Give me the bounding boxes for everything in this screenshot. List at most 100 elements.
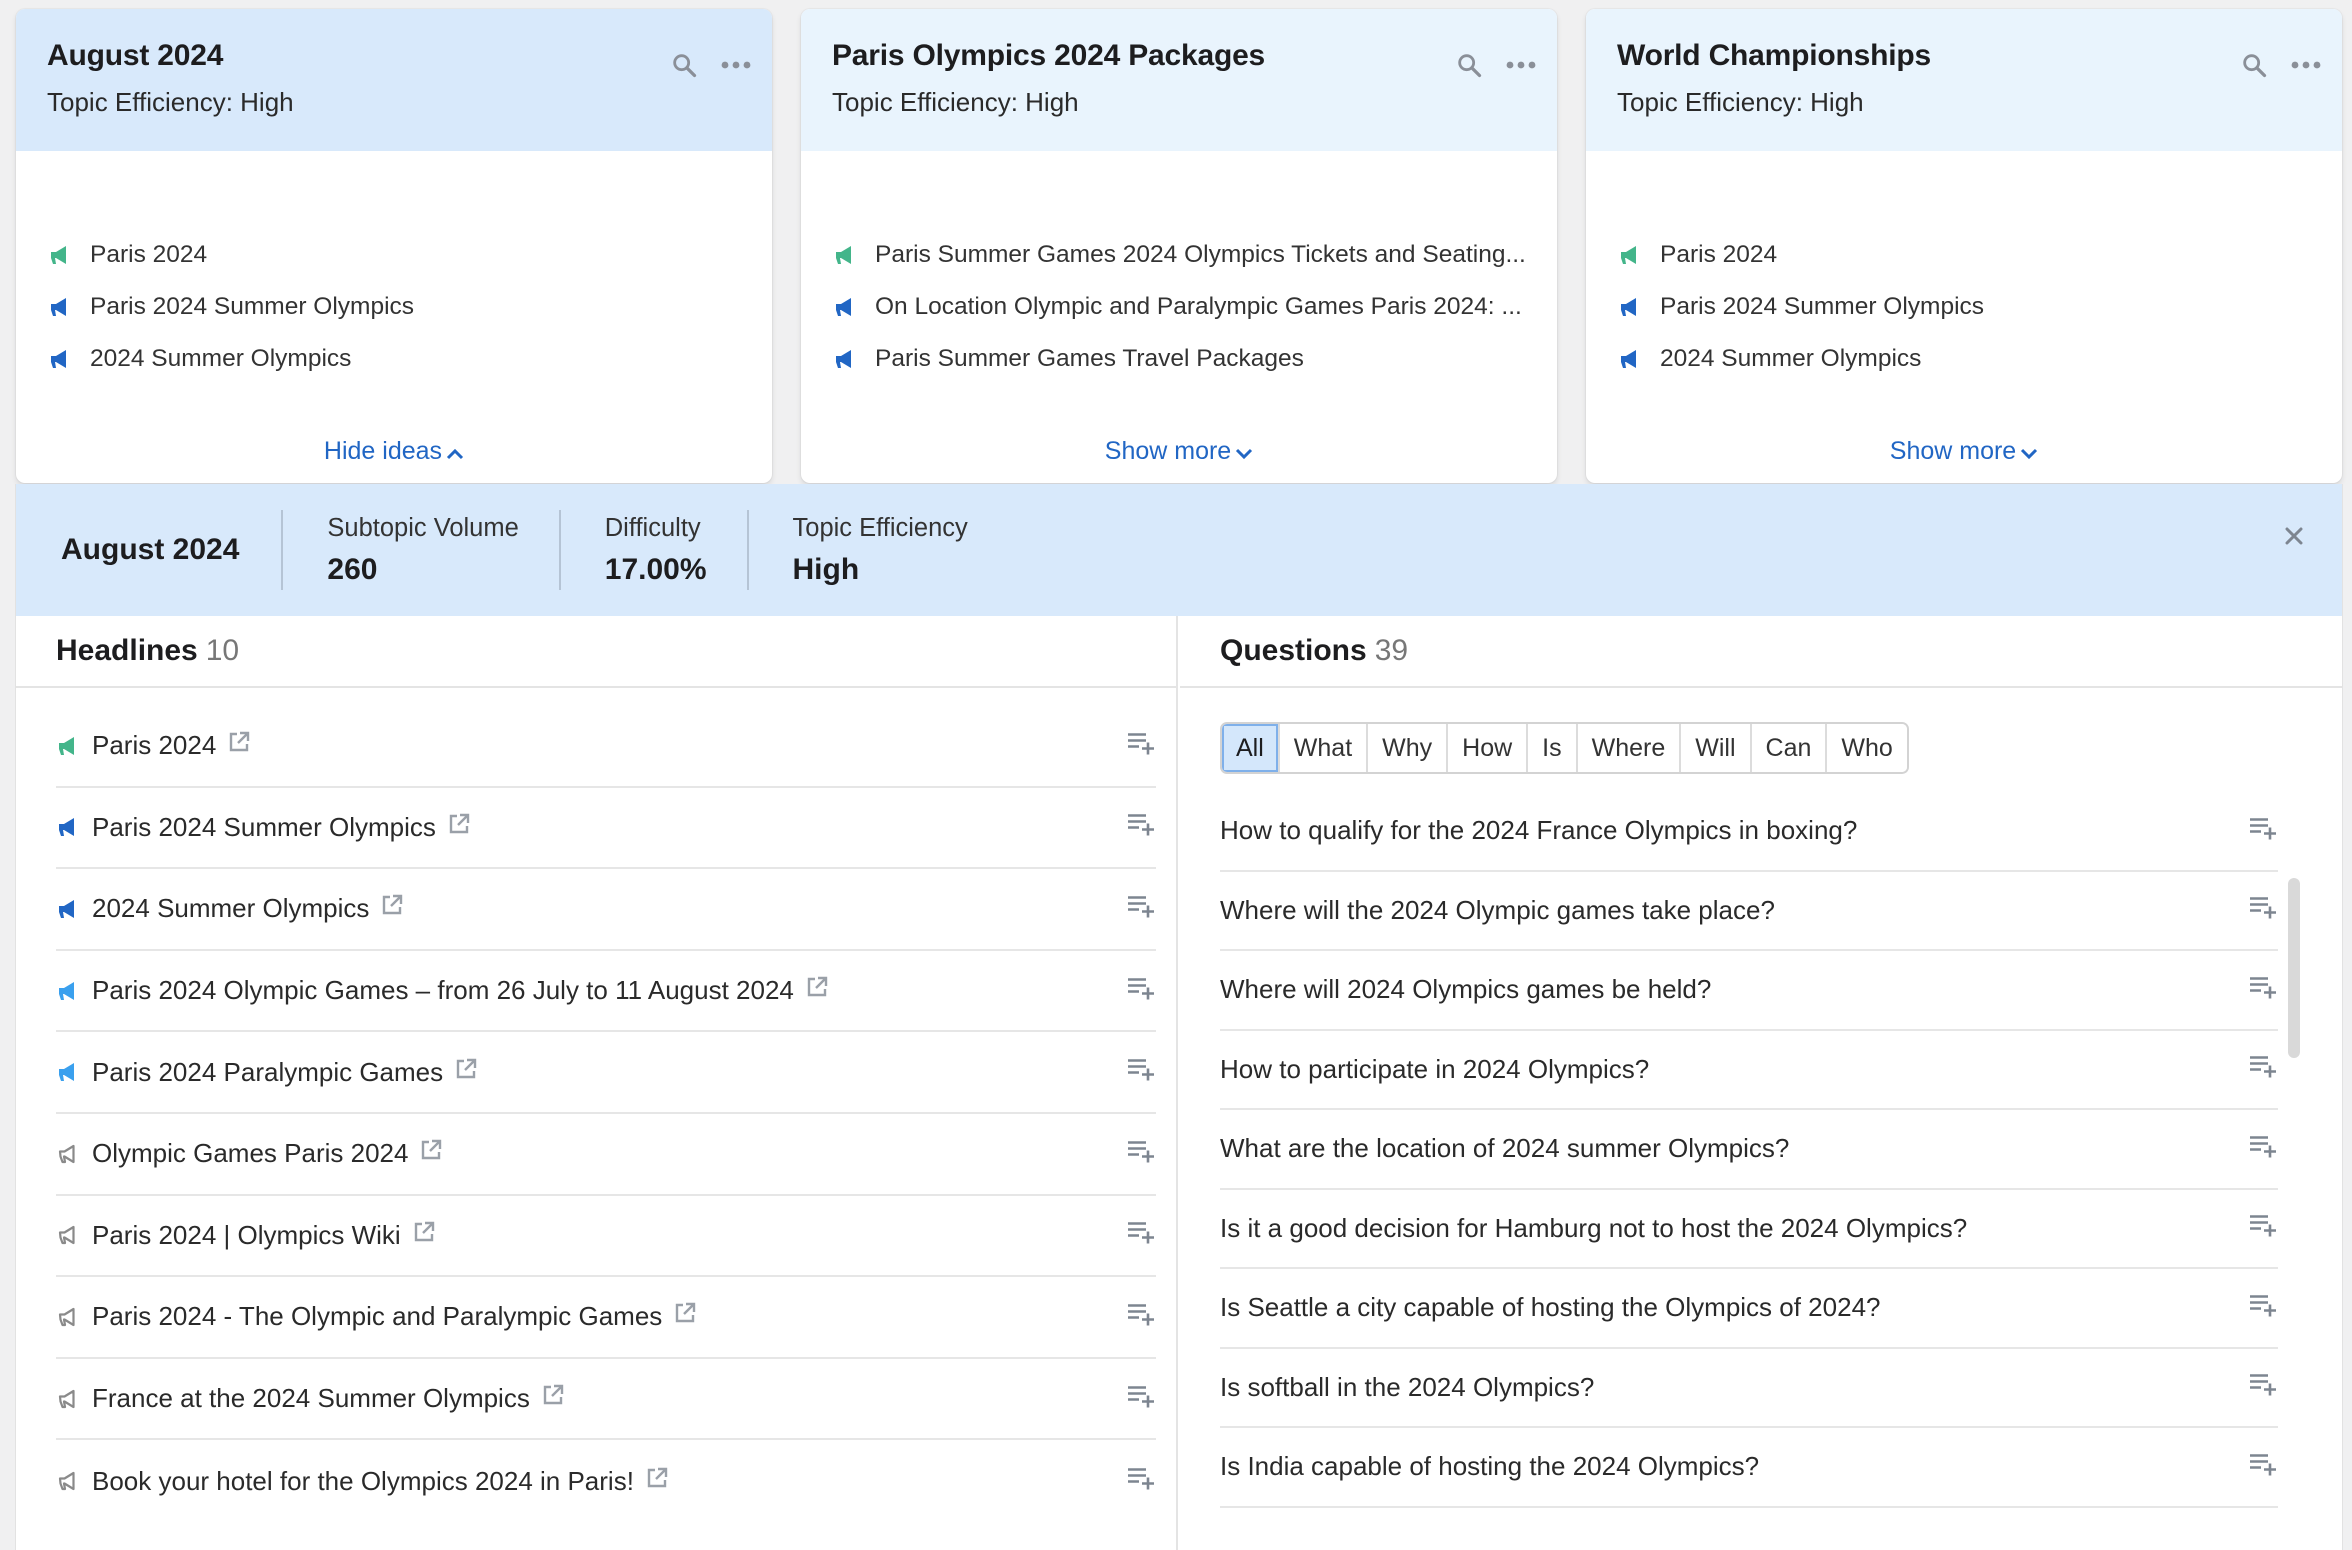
show-more-button[interactable]: Show more <box>801 437 1557 467</box>
megaphone-gray-icon <box>56 1223 82 1247</box>
megaphone-green-icon <box>48 243 74 267</box>
scrollbar[interactable] <box>2288 878 2300 1058</box>
card-ideas-list: Paris 2024 Paris 2024 Summer Olympics 20… <box>1618 229 2314 385</box>
add-to-list-icon[interactable] <box>2248 1213 2278 1244</box>
external-link-icon[interactable] <box>672 1300 698 1333</box>
add-to-list-icon[interactable] <box>2248 1292 2278 1323</box>
headline-text: Paris 2024 <box>92 730 217 761</box>
chevron-up-icon <box>446 438 464 467</box>
headline-row: Paris 2024 Paralympic Games <box>56 1032 1156 1114</box>
detail-title-block: August 2024 <box>61 484 281 616</box>
more-options-icon[interactable] <box>2290 60 2322 70</box>
add-to-list-icon[interactable] <box>1126 1466 1156 1497</box>
filter-is-button[interactable]: Is <box>1526 724 1576 772</box>
filter-why-button[interactable]: Why <box>1366 724 1447 772</box>
headlines-count: 10 <box>205 634 240 667</box>
external-link-icon[interactable] <box>804 974 830 1007</box>
question-row: Where will 2024 Olympics games be held? <box>1220 951 2278 1031</box>
topic-card-paris-olympics-packages[interactable]: Paris Olympics 2024 Packages Topic Effic… <box>801 9 1557 483</box>
headline-row: Paris 2024 | Olympics Wiki <box>56 1196 1156 1278</box>
add-to-list-icon[interactable] <box>1126 893 1156 924</box>
add-to-list-icon[interactable] <box>2248 1451 2278 1482</box>
questions-list: How to qualify for the 2024 France Olymp… <box>1220 792 2278 1508</box>
topic-card-world-championships[interactable]: World Championships Topic Efficiency: Hi… <box>1586 9 2342 483</box>
idea-text: On Location Olympic and Paralympic Games… <box>875 293 1522 320</box>
filter-who-button[interactable]: Who <box>1825 724 1907 772</box>
search-icon[interactable] <box>1455 51 1483 79</box>
metric-label: Subtopic Volume <box>327 513 519 542</box>
add-to-list-icon[interactable] <box>1126 1383 1156 1414</box>
external-link-icon[interactable] <box>226 729 252 762</box>
chevron-down-icon <box>2020 438 2038 467</box>
idea-item: Paris Summer Games 2024 Olympics Tickets… <box>833 229 1529 281</box>
card-actions <box>1455 51 1537 79</box>
filter-will-button[interactable]: Will <box>1679 724 1750 772</box>
more-options-icon[interactable] <box>1505 60 1537 70</box>
question-text: Where will 2024 Olympics games be held? <box>1220 974 1712 1005</box>
question-row: Is India capable of hosting the 2024 Oly… <box>1220 1428 2278 1508</box>
add-to-list-icon[interactable] <box>2248 815 2278 846</box>
add-to-list-icon[interactable] <box>2248 1372 2278 1403</box>
add-to-list-icon[interactable] <box>2248 1054 2278 1085</box>
show-more-button[interactable]: Show more <box>1586 437 2342 467</box>
filter-can-button[interactable]: Can <box>1749 724 1826 772</box>
add-to-list-icon[interactable] <box>1126 812 1156 843</box>
add-to-list-icon[interactable] <box>2248 974 2278 1005</box>
external-link-icon[interactable] <box>540 1382 566 1415</box>
metric-subtopic-volume: Subtopic Volume 260 <box>327 484 558 616</box>
search-icon[interactable] <box>2240 51 2268 79</box>
external-link-icon[interactable] <box>379 892 405 925</box>
external-link-icon[interactable] <box>446 811 472 844</box>
question-filter-group: All What Why How Is Where Will Can Who <box>1220 722 1909 774</box>
question-row: Where will the 2024 Olympic games take p… <box>1220 872 2278 951</box>
idea-text: 2024 Summer Olympics <box>1660 345 1922 372</box>
headline-row: Book your hotel for the Olympics 2024 in… <box>56 1440 1156 1522</box>
add-to-list-icon[interactable] <box>2248 895 2278 926</box>
headlines-label: Headlines <box>56 634 198 667</box>
megaphone-blue-icon <box>48 347 74 371</box>
card-header: Paris Olympics 2024 Packages Topic Effic… <box>801 9 1557 151</box>
more-options-icon[interactable] <box>720 60 752 70</box>
hide-ideas-button[interactable]: Hide ideas <box>16 437 772 467</box>
search-icon[interactable] <box>670 51 698 79</box>
external-link-icon[interactable] <box>453 1056 479 1089</box>
add-to-list-icon[interactable] <box>1126 1220 1156 1251</box>
card-ideas-list: Paris Summer Games 2024 Olympics Tickets… <box>833 229 1529 385</box>
topic-card-august-2024[interactable]: August 2024 Topic Efficiency: High Paris… <box>16 9 772 483</box>
megaphone-green-icon <box>56 734 82 758</box>
external-link-icon[interactable] <box>411 1219 437 1252</box>
external-link-icon[interactable] <box>644 1465 670 1498</box>
question-text: Is softball in the 2024 Olympics? <box>1220 1371 1595 1402</box>
idea-text: Paris Summer Games Travel Packages <box>875 345 1304 372</box>
megaphone-gray-icon <box>56 1469 82 1493</box>
close-icon[interactable] <box>2280 522 2308 550</box>
idea-text: Paris 2024 Summer Olympics <box>90 293 415 320</box>
headline-text: Olympic Games Paris 2024 <box>92 1138 409 1169</box>
metric-label: Topic Efficiency <box>792 513 968 542</box>
add-to-list-icon[interactable] <box>1126 975 1156 1006</box>
headline-text: Book your hotel for the Olympics 2024 in… <box>92 1465 634 1496</box>
megaphone-blue-icon <box>833 295 859 319</box>
add-to-list-icon[interactable] <box>2248 1133 2278 1164</box>
add-to-list-icon[interactable] <box>1126 1301 1156 1332</box>
megaphone-green-icon <box>833 243 859 267</box>
external-link-icon[interactable] <box>418 1137 444 1170</box>
filter-where-button[interactable]: Where <box>1575 724 1680 772</box>
card-footer-label: Show more <box>1104 437 1232 466</box>
headline-text: Paris 2024 Olympic Games – from 26 July … <box>92 975 794 1006</box>
detail-header: August 2024 Subtopic Volume 260 Difficul… <box>16 484 2342 616</box>
filter-how-button[interactable]: How <box>1446 724 1527 772</box>
add-to-list-icon[interactable] <box>1126 1138 1156 1169</box>
headline-row: Paris 2024 Summer Olympics <box>56 788 1156 870</box>
card-footer-label: Hide ideas <box>323 437 443 466</box>
filter-all-button[interactable]: All <box>1222 724 1278 772</box>
card-header: August 2024 Topic Efficiency: High <box>16 9 772 151</box>
detail-title: August 2024 <box>61 533 240 566</box>
filter-what-button[interactable]: What <box>1277 724 1367 772</box>
add-to-list-icon[interactable] <box>1126 730 1156 761</box>
headline-row: 2024 Summer Olympics <box>56 869 1156 951</box>
topic-detail-panel: August 2024 Subtopic Volume 260 Difficul… <box>15 484 2343 1550</box>
add-to-list-icon[interactable] <box>1126 1057 1156 1088</box>
divider <box>746 510 749 590</box>
questions-header: Questions 39 <box>1180 616 2342 688</box>
